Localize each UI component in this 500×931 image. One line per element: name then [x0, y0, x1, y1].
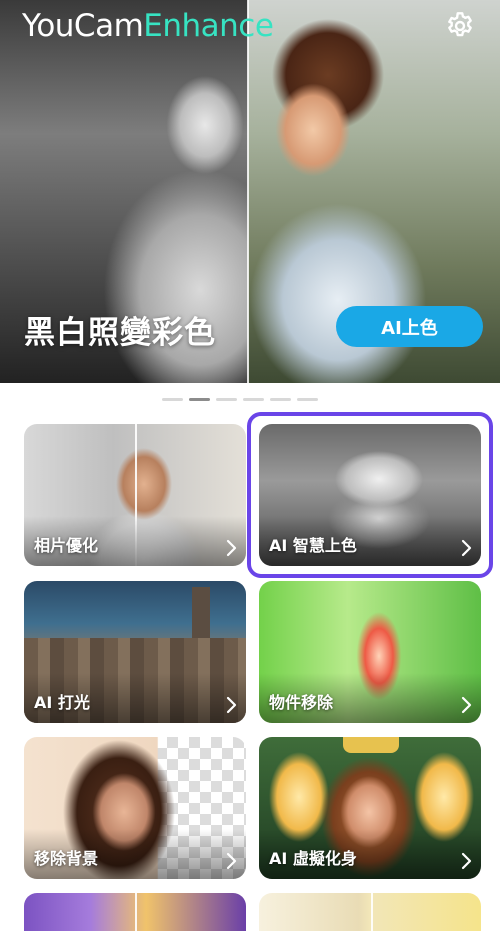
compare-divider [371, 893, 373, 931]
chevron-right-icon [461, 852, 472, 870]
feature-card-partial[interactable] [259, 893, 481, 931]
chevron-right-icon [461, 696, 472, 714]
brand-youcam: YouCam [22, 8, 144, 44]
feature-label: AI 打光 [34, 693, 90, 712]
chevron-right-icon [226, 539, 237, 557]
feature-label: 物件移除 [269, 693, 334, 712]
feature-label: 相片優化 [34, 536, 99, 555]
gear-icon[interactable] [444, 10, 476, 42]
pagination-dot[interactable] [216, 398, 237, 401]
app-logo: YouCamEnhance [22, 8, 274, 44]
chevron-right-icon [226, 696, 237, 714]
feature-card-remove-background[interactable]: 移除背景 [24, 737, 246, 879]
compare-divider [135, 893, 137, 931]
hero-banner[interactable]: YouCamEnhance 黑白照變彩色 AI上色 [0, 0, 500, 383]
brand-enhance: Enhance [143, 8, 274, 44]
compare-divider [247, 0, 249, 383]
feature-card-ai-colorize[interactable]: AI 智慧上色 [259, 424, 481, 566]
ai-colorize-button[interactable]: AI上色 [336, 306, 483, 347]
carousel-pagination [162, 398, 318, 401]
feature-card-ai-avatar[interactable]: AI 虛擬化身 [259, 737, 481, 879]
pagination-dot[interactable] [297, 398, 318, 401]
pagination-dot-active[interactable] [189, 398, 210, 401]
feature-label: 移除背景 [34, 849, 99, 868]
feature-label: AI 智慧上色 [269, 536, 357, 555]
card-image-crown [343, 737, 399, 753]
chevron-right-icon [226, 852, 237, 870]
feature-card-photo-enhance[interactable]: 相片優化 [24, 424, 246, 566]
feature-card-ai-relight[interactable]: AI 打光 [24, 581, 246, 723]
feature-card-partial[interactable] [24, 893, 246, 931]
pagination-dot[interactable] [243, 398, 264, 401]
feature-label: AI 虛擬化身 [269, 849, 357, 868]
hero-title: 黑白照變彩色 [24, 315, 216, 351]
chevron-right-icon [461, 539, 472, 557]
feature-card-object-removal[interactable]: 物件移除 [259, 581, 481, 723]
pagination-dot[interactable] [270, 398, 291, 401]
pagination-dot[interactable] [162, 398, 183, 401]
